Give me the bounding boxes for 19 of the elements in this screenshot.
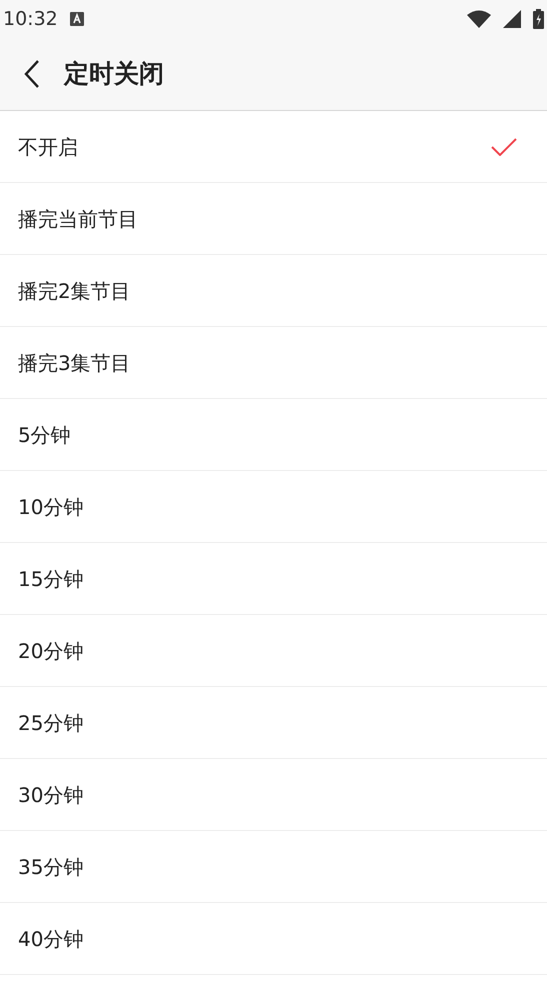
option-label: 25分钟	[18, 710, 84, 736]
option-label: 不开启	[18, 134, 79, 160]
option-label: 40分钟	[18, 926, 84, 952]
notification-icon	[70, 12, 84, 26]
option-label: 20分钟	[18, 638, 84, 664]
battery-icon	[533, 9, 544, 29]
option-label: 5分钟	[18, 422, 72, 448]
page-title: 定时关闭	[64, 58, 164, 90]
option-label: 播完2集节目	[18, 278, 132, 304]
option-label: 播完3集节目	[18, 350, 132, 376]
signal-icon	[503, 10, 521, 28]
back-icon	[24, 59, 40, 89]
status-time: 10:32	[3, 6, 58, 32]
option-label: 30分钟	[18, 782, 84, 808]
option-label: 10分钟	[18, 494, 84, 520]
option-label: 15分钟	[18, 566, 84, 592]
wifi-icon	[467, 10, 491, 28]
option-label: 35分钟	[18, 854, 84, 880]
option-label: 播完当前节目	[18, 206, 139, 232]
